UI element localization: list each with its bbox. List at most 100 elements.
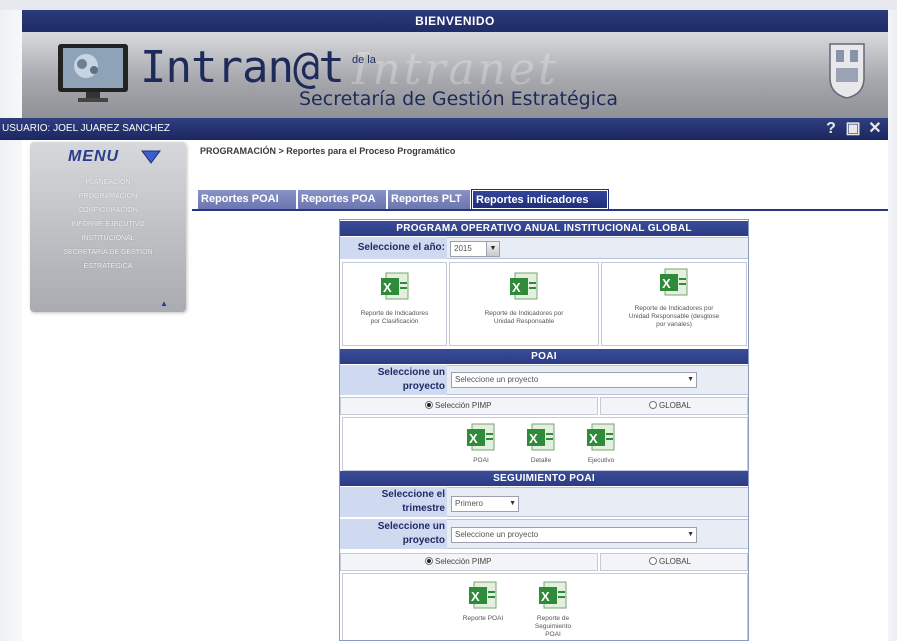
report-indicadores-unidad[interactable]: X Reporte de Indicadores por Unidad Resp… — [449, 262, 599, 346]
report-indicadores-clasificacion[interactable]: X Reporte de Indicadores por Clasificaci… — [342, 262, 447, 346]
report-poai[interactable]: X POAI — [461, 422, 501, 465]
welcome-bar: BIENVENIDO — [22, 10, 888, 32]
report-ejecutivo[interactable]: X Ejecutivo — [581, 422, 621, 465]
poai-radio-global-label: GLOBAL — [659, 401, 692, 410]
report-indicadores-desglose[interactable]: X Reporte de Indicadores por Unidad Resp… — [601, 262, 747, 346]
user-bar: USUARIO: JOEL JUAREZ SANCHEZ ? ▣ ✕ — [0, 118, 888, 140]
chevron-down-icon: ▼ — [509, 500, 516, 507]
menu-title: MENU — [68, 148, 120, 165]
menu-scroll-up-icon[interactable]: ▲ — [160, 300, 168, 308]
close-icon[interactable]: ✕ — [866, 120, 884, 138]
menu-list: PLANEACIÓN PROGRAMACIÓN CONFIGURACIÓN IN… — [30, 176, 186, 274]
sidebar-menu: MENU PLANEACIÓN PROGRAMACIÓN CONFIGURACI… — [30, 142, 186, 312]
svg-text:X: X — [529, 431, 538, 446]
excel-icon: X — [469, 581, 497, 609]
seguimiento-project-label: Seleccione un proyecto — [340, 519, 447, 549]
report-seguimiento-poai[interactable]: X Reporte de Seguimiento POAI — [533, 580, 573, 639]
quarter-value: Primero — [455, 499, 484, 508]
sidebar-item-programacion[interactable]: PROGRAMACIÓN — [30, 190, 186, 204]
poai-project-value: Seleccione un proyecto — [455, 375, 539, 384]
quarter-label: Seleccione el trimestre — [340, 487, 447, 517]
poai-report-icons: X POAI X Detalle X Ejecutivo — [461, 422, 621, 465]
radio-unchecked-icon — [649, 401, 657, 409]
excel-icon: X — [380, 272, 408, 300]
tab-reportes-poa[interactable]: Reportes POA — [298, 190, 388, 209]
poai-project-select[interactable]: Seleccione un proyecto ▼ — [451, 372, 697, 388]
top-strip — [0, 0, 897, 10]
section-title-seguimiento: SEGUIMIENTO POAI — [340, 471, 748, 486]
year-select[interactable]: 2015 ▼ — [450, 241, 500, 257]
tab-reportes-indicadores[interactable]: Reportes indicadores — [471, 189, 609, 210]
user-bar-icons: ? ▣ ✕ — [822, 120, 884, 138]
seguimiento-reports-panel: X Reporte POAI X Reporte de Seguimiento … — [342, 573, 748, 640]
year-dropdown-icon: ▼ — [486, 242, 499, 256]
svg-text:X: X — [589, 431, 598, 446]
seal-icon — [829, 43, 865, 99]
sidebar-item-institucional[interactable]: INSTITUCIONAL — [30, 232, 186, 246]
svg-text:X: X — [383, 280, 392, 295]
poai-project-label: Seleccione un proyecto — [340, 365, 447, 395]
tab-reportes-plt[interactable]: Reportes PLT — [388, 190, 472, 209]
seguimiento-radio-global[interactable]: GLOBAL — [600, 553, 748, 571]
report-caption: Reporte de Indicadores por Unidad Respon… — [484, 310, 564, 325]
section-title-poai: POAI — [340, 349, 748, 364]
radio-checked-icon — [425, 401, 433, 409]
poai-radio-pimp-label: Selección PIMP — [435, 401, 492, 410]
svg-text:X: X — [471, 589, 480, 604]
report-detalle[interactable]: X Detalle — [521, 422, 561, 465]
poai-radio-pimp-wrap: Selección PIMP — [425, 398, 491, 414]
quarter-select[interactable]: Primero ▼ — [451, 496, 519, 512]
help-icon[interactable]: ? — [822, 120, 840, 138]
tab-bar: Reportes POAI Reportes POA Reportes PLT … — [198, 189, 609, 210]
report-caption: Reporte de Indicadores por Unidad Respon… — [628, 305, 720, 328]
excel-icon: X — [467, 423, 495, 451]
user-label: USUARIO: JOEL JUAREZ SANCHEZ — [2, 123, 170, 134]
svg-text:X: X — [541, 589, 550, 604]
logo-subtitle: Secretaría de Gestión Estratégica — [299, 88, 619, 110]
excel-icon: X — [660, 268, 688, 296]
header-banner: Intranet Intran@t de la Secretaría de Ge… — [22, 32, 888, 118]
svg-text:X: X — [469, 431, 478, 446]
print-icon[interactable]: ▣ — [844, 120, 862, 138]
svg-text:X: X — [512, 280, 521, 295]
poai-radio-pimp[interactable]: Selección PIMP — [340, 397, 598, 415]
report-caption: Detalle — [530, 457, 552, 464]
seguimiento-radio-global-label: GLOBAL — [659, 557, 692, 566]
report-caption: POAI — [473, 457, 489, 464]
menu-toggle-icon[interactable] — [140, 148, 162, 166]
year-label: Seleccione el año: — [340, 237, 447, 259]
report-caption: Reporte de Indicadores por Clasificación — [360, 310, 429, 325]
seguimiento-project-select[interactable]: Seleccione un proyecto ▼ — [451, 527, 697, 543]
poai-radio-global[interactable]: GLOBAL — [600, 397, 748, 415]
excel-icon: X — [527, 423, 555, 451]
excel-icon: X — [587, 423, 615, 451]
report-caption: Ejecutivo — [587, 457, 615, 464]
section-title-global: PROGRAMA OPERATIVO ANUAL INSTITUCIONAL G… — [340, 221, 748, 236]
seguimiento-radio-pimp-label: Selección PIMP — [435, 557, 492, 566]
seguimiento-radio-global-wrap: GLOBAL — [649, 554, 691, 570]
seguimiento-project-value: Seleccione un proyecto — [455, 530, 539, 539]
chevron-down-icon: ▼ — [687, 376, 694, 383]
page-left-margin — [0, 0, 22, 641]
sidebar-item-secretaria[interactable]: SECRETARÍA DE GESTIÓN — [30, 246, 186, 260]
seguimiento-radio-pimp-wrap: Selección PIMP — [425, 554, 491, 570]
reports-form: PROGRAMA OPERATIVO ANUAL INSTITUCIONAL G… — [339, 219, 749, 641]
breadcrumb: PROGRAMACIÓN > Reportes para el Proceso … — [200, 146, 456, 156]
year-select-value: 2015 — [454, 244, 472, 253]
sidebar-item-estrategica[interactable]: ESTRATÉGICA — [30, 260, 186, 274]
svg-text:X: X — [662, 276, 671, 291]
logo-dela: de la — [352, 54, 376, 66]
sidebar-item-informe-ejecutivo[interactable]: INFORME EJECUTIVO — [30, 218, 186, 232]
poai-radio-global-wrap: GLOBAL — [649, 398, 691, 414]
report-reporte-poai[interactable]: X Reporte POAI — [463, 580, 503, 639]
monitor-icon — [58, 44, 128, 102]
seguimiento-report-icons: X Reporte POAI X Reporte de Seguimiento … — [463, 580, 573, 639]
tab-panel-divider — [192, 209, 888, 211]
seguimiento-radio-pimp[interactable]: Selección PIMP — [340, 553, 598, 571]
poai-reports-panel: X POAI X Detalle X Ejecutivo — [342, 417, 748, 471]
excel-icon: X — [539, 581, 567, 609]
sidebar-item-planeacion[interactable]: PLANEACIÓN — [30, 176, 186, 190]
tab-reportes-poai[interactable]: Reportes POAI — [198, 190, 298, 209]
logo-text: Intran@t — [140, 42, 345, 93]
sidebar-item-configuracion[interactable]: CONFIGURACIÓN — [30, 204, 186, 218]
